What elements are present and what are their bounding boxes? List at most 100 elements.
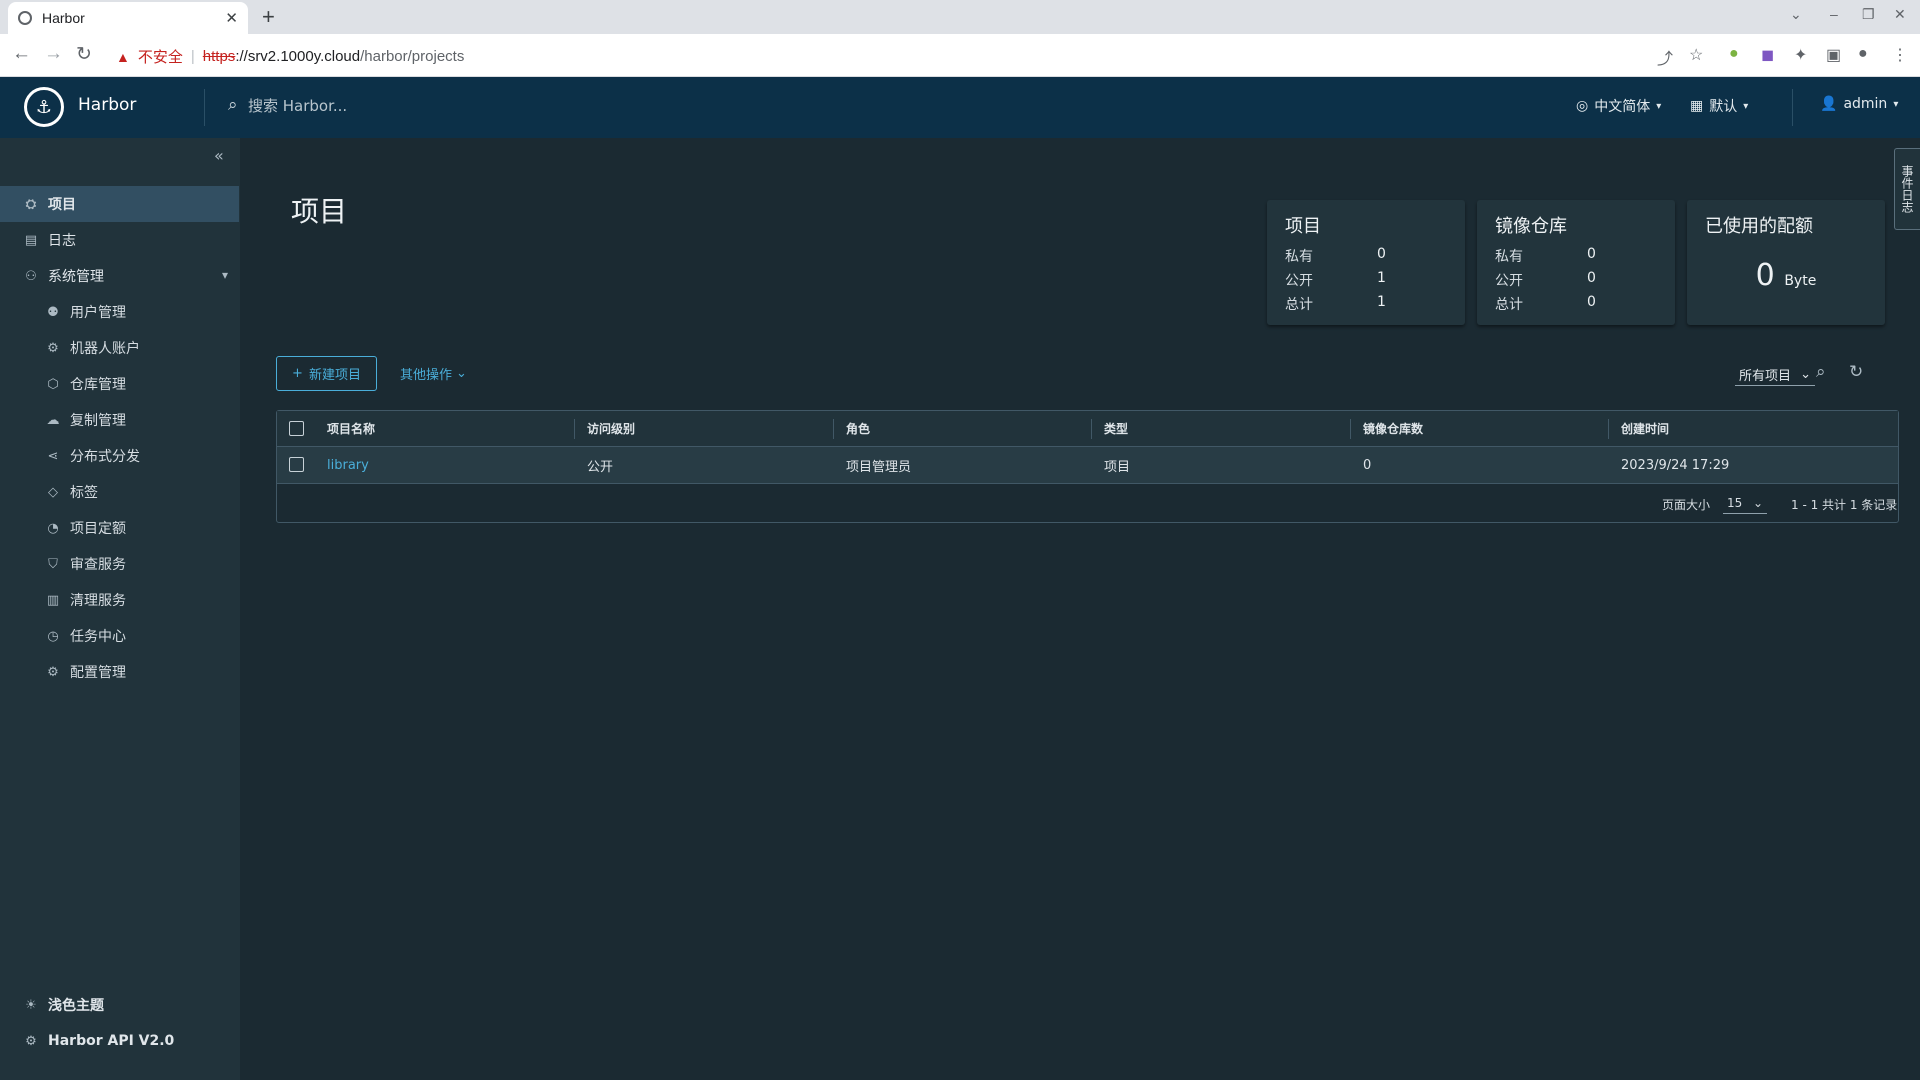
admin-icon: ⚇ — [25, 268, 37, 284]
sidebar-item-labels[interactable]: ◇ 标签 — [0, 474, 240, 510]
minimize-icon[interactable]: – — [1830, 6, 1838, 22]
chevron-down-icon[interactable]: ▾ — [222, 268, 228, 282]
column-header[interactable]: 访问级别 — [587, 411, 635, 446]
new-project-button[interactable]: + 新建项目 — [276, 356, 377, 391]
column-header[interactable]: 镜像仓库数 — [1363, 411, 1423, 446]
total-count: 1 — [1377, 294, 1386, 310]
total-label: 总计 — [1495, 297, 1523, 313]
language-selector[interactable]: ◎ 中文简体 ▾ — [1576, 96, 1661, 116]
sidebar-item-users[interactable]: ⚉ 用户管理 — [0, 294, 240, 330]
collapse-sidebar-icon[interactable]: « — [214, 146, 224, 165]
repo-count: 0 — [1363, 457, 1372, 473]
date-format-selector[interactable]: ▦ 默认 ▾ — [1690, 96, 1748, 116]
header-divider — [1792, 89, 1793, 126]
logs-icon: ▤ — [24, 232, 38, 248]
sidebar-item-clean-up[interactable]: ▥ 清理服务 — [0, 582, 240, 618]
harbor-logo-icon[interactable]: ⚓ — [24, 87, 64, 127]
theme-toggle[interactable]: ☀ 浅色主题 — [0, 987, 240, 1023]
column-header[interactable]: 角色 — [846, 411, 870, 446]
refresh-icon[interactable]: ↻ — [1849, 362, 1863, 382]
chevron-down-icon: ▾ — [1893, 98, 1899, 110]
project-name-link[interactable]: library — [327, 447, 369, 483]
browser-tab[interactable]: Harbor ✕ — [8, 2, 248, 34]
private-label: 私有 — [1285, 249, 1313, 265]
extension-green-icon[interactable]: ● — [1729, 45, 1739, 63]
api-label: Harbor API V2.0 — [48, 1033, 175, 1049]
global-search-input[interactable] — [248, 93, 548, 119]
event-log-tab[interactable]: 事件日志 — [1894, 148, 1920, 230]
language-label: 中文简体 — [1594, 99, 1651, 115]
sidebar-item-label: 仓库管理 — [70, 377, 126, 393]
browser-menu-icon[interactable]: ⋮ — [1892, 45, 1908, 65]
page-size-value: 15 — [1727, 495, 1743, 510]
public-count: 0 — [1587, 270, 1596, 286]
sidebar-item-replications[interactable]: ☁ 复制管理 — [0, 402, 240, 438]
new-tab-button[interactable]: + — [262, 4, 275, 30]
side-panel-icon[interactable]: ▣ — [1826, 45, 1841, 65]
sidebar-item-robot-accounts[interactable]: ⚙ 机器人账户 — [0, 330, 240, 366]
sidebar-item-distribution[interactable]: ⋖ 分布式分发 — [0, 438, 240, 474]
api-icon: ⚙ — [25, 1033, 37, 1049]
column-divider[interactable] — [1608, 419, 1609, 439]
sidebar-item-admin[interactable]: ⚇ 系统管理 ▾ — [0, 258, 240, 294]
close-tab-icon[interactable]: ✕ — [225, 9, 238, 27]
share-icon[interactable]: ⤴ — [1657, 45, 1673, 69]
tag-icon: ◇ — [48, 484, 58, 500]
page-size-label: 页面大小 — [1662, 498, 1711, 512]
column-header[interactable]: 项目名称 — [327, 411, 375, 446]
filter-value: 所有项目 — [1739, 369, 1792, 384]
column-divider[interactable] — [1350, 419, 1351, 439]
users-icon: ⚉ — [47, 304, 59, 320]
extensions-puzzle-icon[interactable]: ✦ — [1794, 45, 1807, 65]
extension-purple-icon[interactable]: ◼ — [1761, 45, 1774, 65]
sidebar-item-interrogation[interactable]: ⛉ 审查服务 — [0, 546, 240, 582]
profile-avatar-icon[interactable]: ● — [1858, 45, 1868, 63]
replication-icon: ☁ — [46, 412, 60, 428]
access-level: 公开 — [587, 459, 614, 475]
sidebar-item-label: 配置管理 — [70, 665, 126, 681]
other-actions-dropdown[interactable]: 其他操作 ⌄ — [400, 364, 467, 383]
url-separator: | — [190, 48, 195, 65]
api-link[interactable]: ⚙ Harbor API V2.0 — [0, 1023, 240, 1059]
sidebar-item-configuration[interactable]: ⚙ 配置管理 — [0, 654, 240, 690]
public-label: 公开 — [1495, 273, 1523, 289]
user-menu[interactable]: 👤 admin ▾ — [1820, 96, 1898, 112]
role: 项目管理员 — [846, 459, 912, 475]
card-title: 镜像仓库 — [1495, 216, 1567, 237]
sidebar-item-logs[interactable]: ▤ 日志 — [0, 222, 240, 258]
sidebar-item-label: 系统管理 — [48, 269, 104, 285]
sidebar-item-label: 标签 — [70, 485, 98, 501]
date-format-label: 默认 — [1709, 99, 1738, 115]
bookmark-star-icon[interactable]: ☆ — [1689, 45, 1703, 65]
back-icon[interactable]: ← — [12, 43, 31, 65]
column-header[interactable]: 类型 — [1104, 411, 1128, 446]
url-scheme: https — [202, 48, 236, 65]
column-divider[interactable] — [1091, 419, 1092, 439]
address-bar: ← → ↻ ▲ 不安全 | https ://srv2.1000y.cloud … — [0, 34, 1920, 77]
search-icon[interactable]: ⌕ — [1816, 362, 1826, 382]
calendar-icon: ▦ — [1690, 98, 1704, 114]
other-actions-label: 其他操作 — [400, 368, 453, 383]
page-size-select[interactable]: 15 ⌄ — [1723, 492, 1767, 514]
forward-icon[interactable]: → — [44, 43, 63, 65]
sidebar-item-registries[interactable]: ⬡ 仓库管理 — [0, 366, 240, 402]
column-divider[interactable] — [833, 419, 834, 439]
close-window-icon[interactable]: ✕ — [1894, 6, 1906, 23]
project-filter-select[interactable]: 所有项目 ⌄ — [1735, 364, 1815, 386]
row-checkbox[interactable] — [289, 457, 304, 472]
restore-icon[interactable]: ❐ — [1862, 6, 1875, 23]
tab-search-icon[interactable]: ⌄ — [1790, 6, 1802, 23]
select-all-checkbox[interactable] — [289, 421, 304, 436]
sidebar-item-job-service[interactable]: ◷ 任务中心 — [0, 618, 240, 654]
sidebar-item-projects[interactable]: ⛭ 项目 — [0, 186, 239, 222]
brand-name[interactable]: Harbor — [78, 95, 136, 115]
column-divider[interactable] — [574, 419, 575, 439]
url-field[interactable]: ▲ 不安全 | https ://srv2.1000y.cloud /harbo… — [116, 46, 464, 67]
reload-icon[interactable]: ↻ — [76, 43, 92, 66]
column-header[interactable]: 创建时间 — [1621, 411, 1669, 446]
projects-icon: ⛭ — [25, 196, 37, 212]
url-host: ://srv2.1000y.cloud — [235, 48, 361, 65]
sidebar-item-quotas[interactable]: ◔ 项目定额 — [0, 510, 240, 546]
pagination-summary: 1 - 1 共计 1 条记录 — [1791, 498, 1898, 512]
chevron-down-icon: ⌄ — [1752, 495, 1763, 510]
